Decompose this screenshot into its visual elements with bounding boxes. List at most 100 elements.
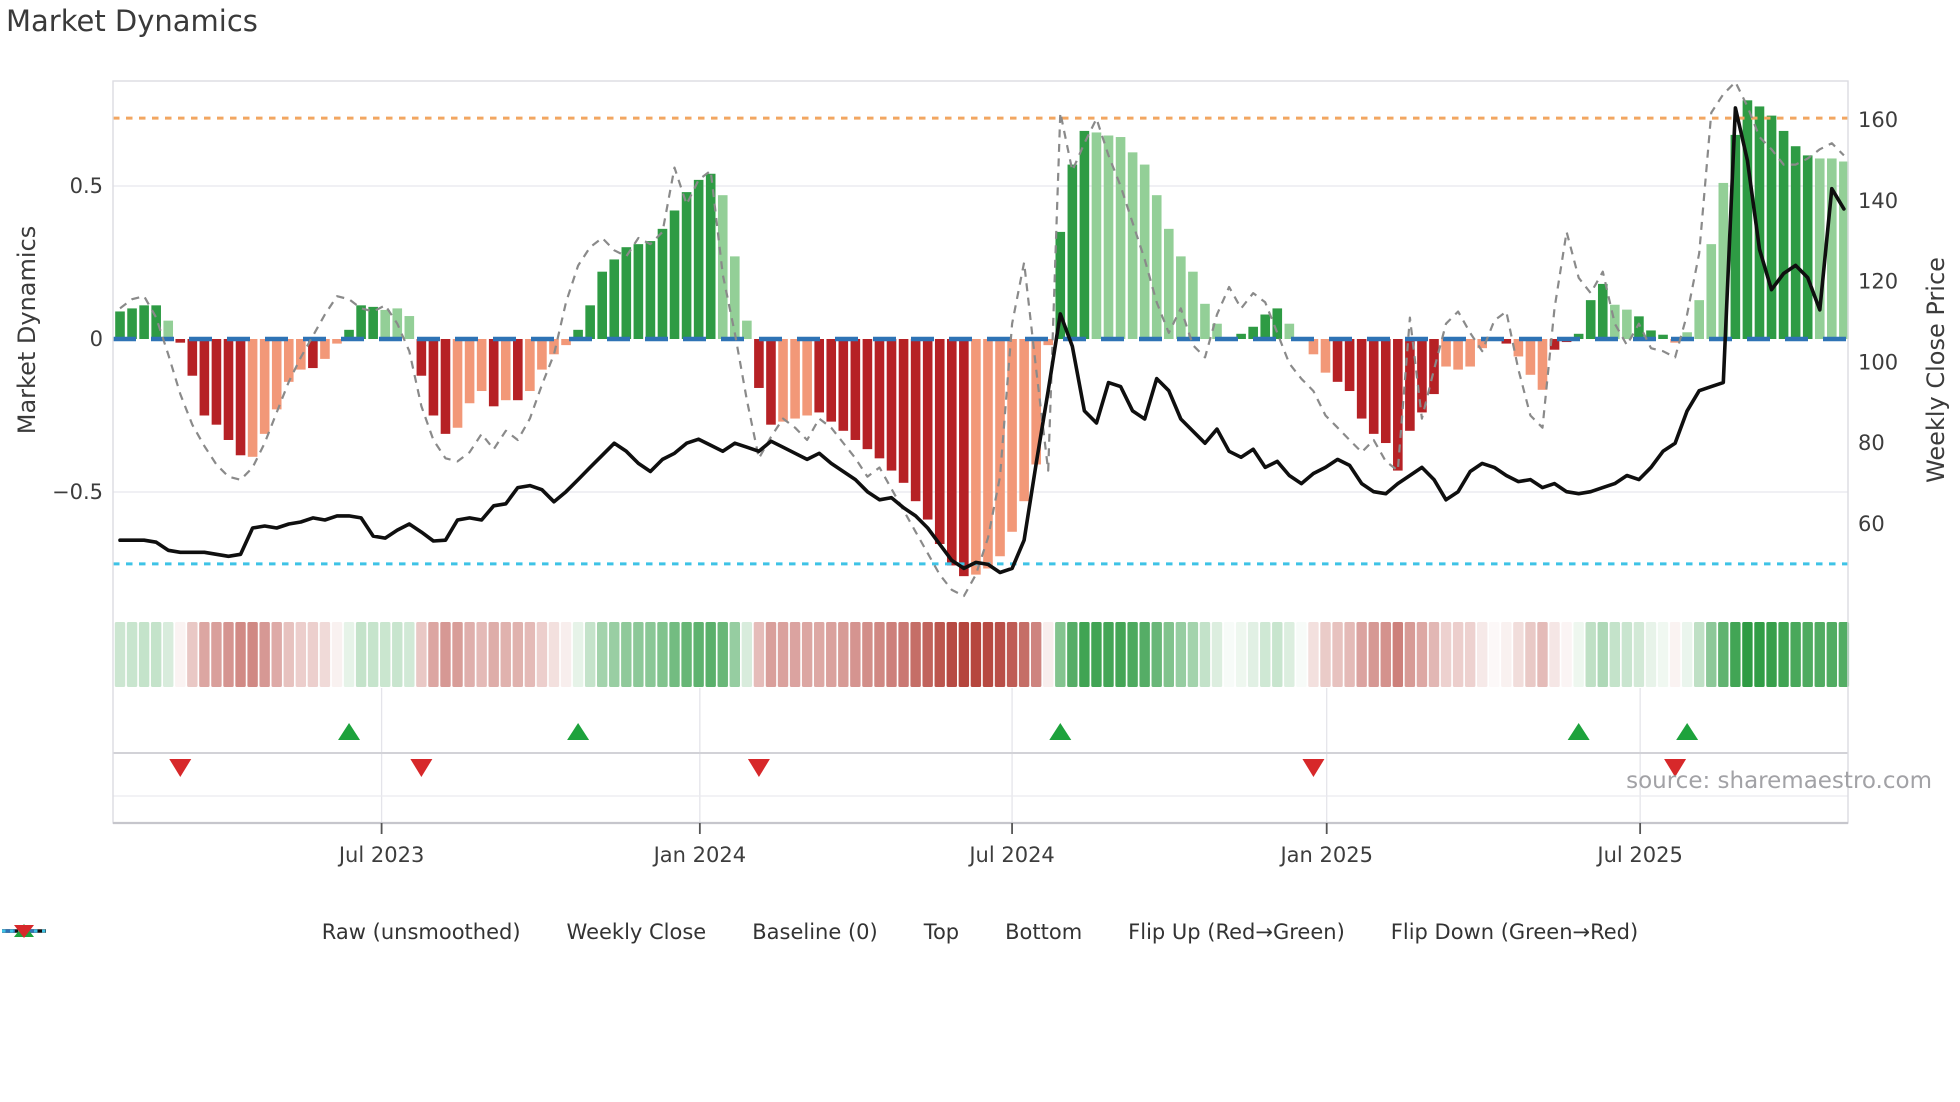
heatmap-cell xyxy=(1489,622,1500,687)
dyn-bar xyxy=(513,339,523,401)
y-tick-label-right: 120 xyxy=(1858,270,1898,294)
heatmap-cell xyxy=(1344,622,1355,687)
heatmap-cell xyxy=(958,622,970,687)
dyn-bar xyxy=(802,339,812,416)
dyn-bar xyxy=(874,339,885,459)
heatmap-cell xyxy=(777,622,789,687)
dyn-bar xyxy=(476,339,487,392)
dyn-bar xyxy=(464,339,475,404)
dyn-bar xyxy=(1091,132,1102,339)
dyn-bar xyxy=(959,339,969,577)
heatmap-cell xyxy=(729,622,741,687)
heatmap-cell xyxy=(1103,622,1114,687)
legend-label: Baseline (0) xyxy=(752,920,878,944)
heatmap-cell xyxy=(1332,622,1343,687)
dyn-bar xyxy=(1525,339,1536,375)
heatmap-cell xyxy=(1681,622,1693,687)
dyn-bar xyxy=(790,339,800,419)
flip-down-marker xyxy=(410,759,433,777)
heatmap-cell xyxy=(970,622,982,687)
heatmap-cell xyxy=(1055,622,1066,687)
dyn-bar xyxy=(368,306,378,339)
dyn-bar xyxy=(404,316,415,339)
dyn-bar xyxy=(609,259,620,339)
dyn-bar xyxy=(1742,100,1753,339)
dyn-bar xyxy=(621,247,632,339)
dyn-bar xyxy=(995,339,1005,557)
heatmap-cell xyxy=(1621,622,1633,687)
dyn-bar xyxy=(1610,304,1620,339)
legend-triangle-down-icon xyxy=(14,925,34,938)
dyn-bar xyxy=(898,339,909,483)
heatmap-cell xyxy=(1718,622,1729,687)
dyn-bar xyxy=(537,339,547,370)
heatmap-cell xyxy=(211,622,222,687)
dyn-bar xyxy=(1802,155,1813,339)
dyn-bar xyxy=(1151,195,1162,339)
dyn-bar xyxy=(1115,137,1126,339)
dyn-bar xyxy=(754,339,764,388)
x-tick-label: Jan 2025 xyxy=(1278,843,1373,867)
dyn-bar xyxy=(730,256,740,339)
heatmap-cell xyxy=(584,622,596,687)
dyn-bar xyxy=(452,339,463,428)
heatmap-cell xyxy=(850,622,861,687)
dyn-bar xyxy=(247,339,258,457)
heatmap-cell xyxy=(548,622,560,687)
heatmap-cell xyxy=(1464,622,1476,687)
dyn-bar xyxy=(1127,152,1138,339)
heatmap-cell xyxy=(838,622,849,687)
heatmap-cell xyxy=(1308,622,1319,687)
y-tick-label-left: −0.5 xyxy=(52,480,103,504)
heatmap-cell xyxy=(175,622,186,687)
heatmap-cell xyxy=(307,622,319,687)
heatmap-cell xyxy=(464,622,475,687)
heatmap-cell xyxy=(1018,622,1030,687)
chart-legend: Raw (unsmoothed) Weekly Close Baseline (0)… xyxy=(0,920,1960,944)
dyn-bar xyxy=(1380,339,1391,444)
legend-label: Flip Down (Green→Red) xyxy=(1390,920,1639,944)
flip-up-marker xyxy=(1049,723,1072,740)
dyn-bar xyxy=(633,244,644,339)
heatmap-cell xyxy=(1525,622,1536,687)
dyn-bar xyxy=(1272,308,1283,339)
heatmap-cell xyxy=(355,622,367,687)
heatmap-cell xyxy=(1223,622,1235,687)
heatmap-cell xyxy=(1380,622,1391,687)
heatmap-cell xyxy=(343,622,355,687)
y-tick-label-right: 80 xyxy=(1858,431,1885,455)
dyn-bar xyxy=(1622,309,1632,339)
raw-line xyxy=(119,80,1845,598)
heatmap-cell xyxy=(452,622,463,687)
heatmap-cell xyxy=(922,622,933,687)
dyn-bar xyxy=(1019,339,1029,502)
heatmap-cell xyxy=(1428,622,1440,687)
heatmap-cell xyxy=(1199,622,1211,687)
x-tick-label: Jul 2025 xyxy=(1595,843,1682,867)
heatmap-cell xyxy=(1043,622,1054,687)
heatmap-cell xyxy=(500,622,511,687)
heatmap-cell xyxy=(1091,622,1102,687)
heatmap-cell xyxy=(994,622,1006,687)
heatmap-cell xyxy=(319,622,331,687)
heatmap-cell xyxy=(1356,622,1367,687)
x-tick-label: Jul 2024 xyxy=(967,843,1054,867)
dyn-bar xyxy=(826,339,837,422)
price-line xyxy=(118,106,1846,575)
x-tick-label: Jul 2023 xyxy=(337,843,424,867)
dyn-bar xyxy=(681,192,692,339)
dyn-bar xyxy=(1320,339,1331,373)
heatmap-cell xyxy=(1766,622,1777,687)
y-tick-label-right: 160 xyxy=(1858,108,1898,132)
dyn-bar xyxy=(199,339,210,416)
heatmap-cell xyxy=(657,622,668,687)
heatmap-cell xyxy=(874,622,885,687)
heatmap-cell xyxy=(621,622,632,687)
legend-label: Bottom xyxy=(1005,920,1083,944)
heatmap-cell xyxy=(982,622,994,687)
heatmap-cell xyxy=(295,622,307,687)
legend-item: Raw (unsmoothed) xyxy=(2,920,521,944)
dyn-bar xyxy=(320,339,330,359)
heatmap-cell xyxy=(1067,622,1078,687)
heatmap-cell xyxy=(1260,622,1271,687)
